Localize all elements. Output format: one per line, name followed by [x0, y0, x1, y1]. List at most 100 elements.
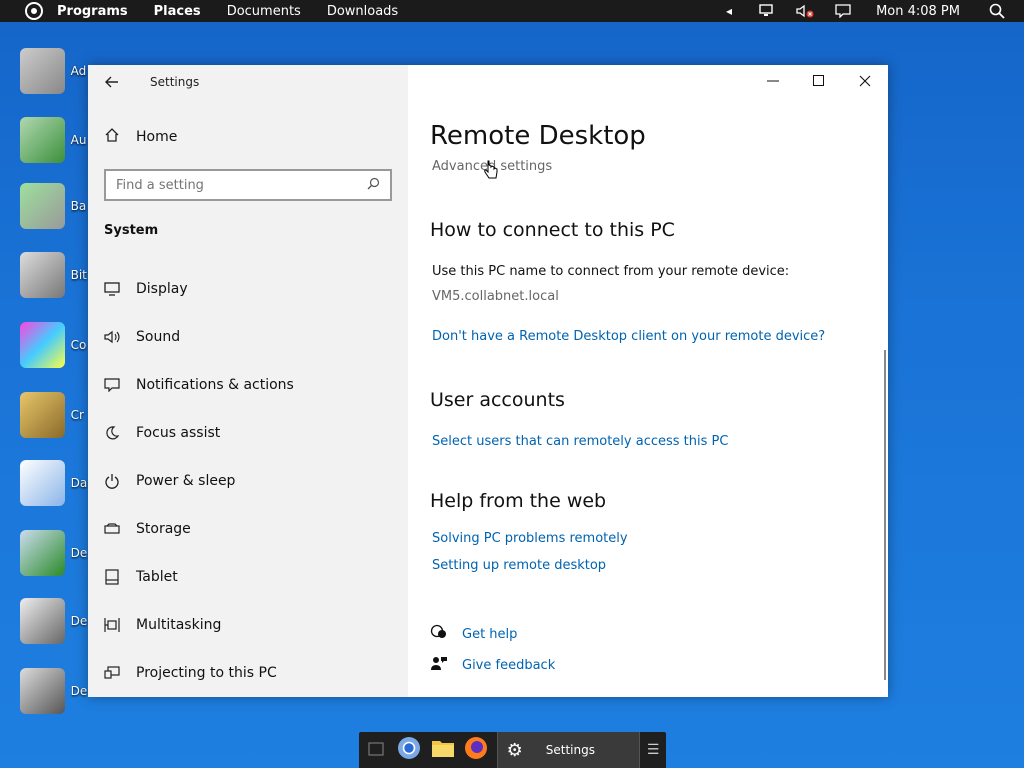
start-logo-icon[interactable]	[25, 2, 43, 20]
sidebar-item-label: Focus assist	[136, 425, 221, 441]
sidebar-item-projecting[interactable]: Projecting to this PC	[88, 649, 408, 697]
display-icon	[102, 281, 122, 297]
search-box[interactable]	[104, 169, 392, 201]
sidebar-home[interactable]: Home	[104, 127, 177, 147]
web-heading: Help from the web	[430, 490, 607, 512]
desktop-icon-default-programs[interactable]: De	[20, 530, 90, 576]
desktop-icon-devices[interactable]: De	[20, 668, 90, 714]
notifications-icon	[102, 377, 122, 393]
desktop-icon-bitlocker[interactable]: Bit En	[20, 252, 90, 298]
volume-muted-icon[interactable]	[796, 4, 814, 18]
moon-icon	[102, 425, 122, 441]
taskbar-files[interactable]	[426, 732, 459, 768]
select-users-link[interactable]: Select users that can remotely access th…	[432, 434, 728, 449]
sidebar-item-focus-assist[interactable]: Focus assist	[88, 409, 408, 457]
sidebar-item-label: Power & sleep	[136, 473, 236, 489]
color-management-icon	[20, 322, 65, 368]
network-icon[interactable]	[758, 4, 776, 18]
search-icon[interactable]	[367, 177, 380, 193]
search-icon[interactable]	[988, 3, 1006, 19]
sidebar-item-display[interactable]: Display	[88, 265, 408, 313]
sidebar-item-multitasking[interactable]: Multitasking	[88, 601, 408, 649]
pc-name: VM5.collabnet.local	[432, 289, 559, 304]
minimize-button[interactable]	[750, 65, 796, 97]
hand-cursor-icon	[484, 160, 498, 179]
notification-icon[interactable]	[834, 4, 852, 18]
close-button[interactable]	[842, 65, 888, 97]
desktop-icon-datetime[interactable]: Da	[20, 460, 90, 506]
back-arrow-icon[interactable]	[88, 73, 136, 92]
desktop-icon-color[interactable]: Co	[20, 322, 90, 368]
taskbar-terminal[interactable]	[359, 732, 392, 768]
tray-arrow-icon[interactable]: ◂	[720, 4, 738, 18]
top-panel: Programs Places Documents Downloads ◂ Mo…	[0, 0, 1024, 22]
window-title: Settings	[150, 75, 200, 89]
folder-icon	[431, 738, 455, 762]
bitlocker-icon	[20, 252, 65, 298]
settings-content: Remote Desktop Advanced settings How to …	[408, 65, 888, 697]
help-chat-icon	[430, 624, 450, 644]
desktop-icon-admin-tools[interactable]: Ad	[20, 48, 90, 94]
menu-programs[interactable]: Programs	[57, 4, 128, 19]
get-help-row[interactable]: Get help	[430, 624, 517, 644]
multitasking-icon	[102, 617, 122, 633]
gear-icon: ⚙	[506, 739, 523, 761]
maximize-button[interactable]	[796, 65, 842, 97]
scrollbar[interactable]	[884, 350, 886, 680]
window-controls	[750, 65, 888, 97]
sidebar-item-label: Multitasking	[136, 617, 222, 633]
sidebar-item-power[interactable]: Power & sleep	[88, 457, 408, 505]
taskbar-chromium[interactable]	[392, 732, 425, 768]
menu-places[interactable]: Places	[154, 4, 201, 19]
give-feedback-row[interactable]: Give feedback	[430, 655, 555, 675]
taskbar: ⚙ Settings ☰	[359, 732, 666, 768]
taskbar-firefox[interactable]	[459, 732, 492, 768]
menu-documents[interactable]: Documents	[227, 4, 301, 19]
search-input[interactable]	[116, 177, 367, 193]
connect-text: Use this PC name to connect from your re…	[432, 264, 790, 279]
taskbar-settings-active[interactable]: ⚙ Settings	[496, 732, 641, 768]
terminal-icon	[368, 741, 384, 760]
home-icon	[104, 127, 124, 147]
date-time-icon	[20, 460, 65, 506]
sidebar-item-label: Notifications & actions	[136, 377, 294, 393]
sidebar-item-storage[interactable]: Storage	[88, 505, 408, 553]
device-manager-icon	[20, 598, 65, 644]
storage-icon	[102, 521, 122, 537]
sidebar-item-label: Tablet	[136, 569, 178, 585]
desktop-icon-autoplay[interactable]: Au	[20, 117, 90, 163]
sidebar-item-notifications[interactable]: Notifications & actions	[88, 361, 408, 409]
sidebar-item-label: Display	[136, 281, 188, 297]
give-feedback-label: Give feedback	[462, 657, 556, 673]
feedback-person-icon	[430, 655, 450, 675]
get-help-label: Get help	[462, 626, 518, 642]
desktop-icon-credentials[interactable]: Cr	[20, 392, 90, 438]
desktop-icon-device-manager[interactable]: De	[20, 598, 90, 644]
devices-printers-icon	[20, 668, 65, 714]
sidebar-item-label: Projecting to this PC	[136, 665, 277, 681]
tablet-icon	[102, 569, 122, 585]
accounts-heading: User accounts	[430, 389, 565, 411]
client-link[interactable]: Don't have a Remote Desktop client on yo…	[432, 329, 825, 344]
settings-sidebar: Settings Home System Display Sound	[88, 65, 408, 697]
backup-icon	[20, 183, 65, 229]
taskbar-menu-icon[interactable]: ☰	[640, 742, 666, 758]
chromium-icon	[397, 736, 421, 764]
sidebar-item-sound[interactable]: Sound	[88, 313, 408, 361]
sidebar-home-label: Home	[136, 129, 178, 145]
section-header-system: System	[104, 223, 159, 238]
admin-tools-icon	[20, 48, 65, 94]
taskbar-settings-label: Settings	[545, 743, 595, 757]
sound-icon	[102, 329, 122, 345]
setup-remote-link[interactable]: Setting up remote desktop	[432, 558, 606, 573]
clock[interactable]: Mon 4:08 PM	[876, 4, 960, 19]
firefox-icon	[464, 736, 488, 764]
default-programs-icon	[20, 530, 65, 576]
title-bar: Settings	[88, 65, 408, 99]
solving-problems-link[interactable]: Solving PC problems remotely	[432, 531, 628, 546]
autoplay-icon	[20, 117, 65, 163]
desktop-icon-backup[interactable]: Ba (W	[20, 183, 90, 229]
sidebar-item-tablet[interactable]: Tablet	[88, 553, 408, 601]
menu-downloads[interactable]: Downloads	[327, 4, 398, 19]
projecting-icon	[102, 665, 122, 681]
